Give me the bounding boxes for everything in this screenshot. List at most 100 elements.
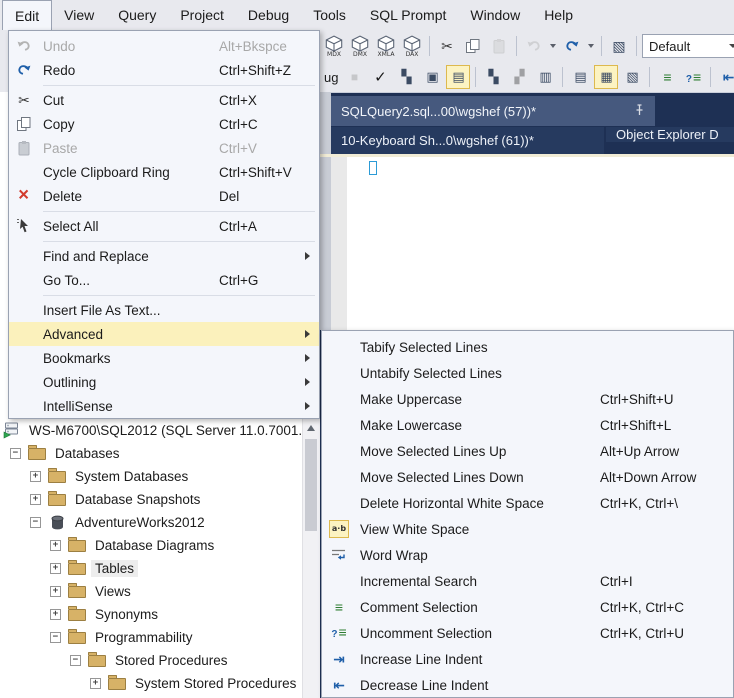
edit-menu-item-intellisense[interactable]: IntelliSense	[9, 394, 319, 418]
expand-icon[interactable]: +	[90, 678, 101, 689]
menu-window[interactable]: Window	[458, 0, 532, 30]
advanced-menu-item-comment-selection[interactable]: ≡ Comment Selection Ctrl+K, Ctrl+C	[322, 594, 733, 620]
toolbar-combo-1[interactable]: Default	[642, 34, 734, 58]
advanced-menu-item-increase-line-indent[interactable]: ⇥ Increase Line Indent	[322, 646, 733, 672]
stop-debug-icon[interactable]: ■	[342, 65, 366, 89]
execution-plan-icon[interactable]: ▚	[481, 65, 505, 89]
tab-10-keyboard[interactable]: 10-Keyboard Sh...0\wgshef (61))*	[331, 127, 604, 154]
advanced-menu-item-incremental-search[interactable]: Incremental Search Ctrl+I	[322, 568, 733, 594]
menu-tools[interactable]: Tools	[301, 0, 358, 30]
menu-project[interactable]: Project	[168, 0, 236, 30]
advanced-menu-item-make-lowercase[interactable]: Make Lowercase Ctrl+Shift+L	[322, 412, 733, 438]
tree-node-tables[interactable]: + Tables	[0, 557, 302, 580]
comment-selection-icon[interactable]: ≡	[655, 65, 679, 89]
edit-menu-item-select-all[interactable]: Select All Ctrl+A	[9, 214, 319, 238]
advanced-menu-item-word-wrap[interactable]: Word Wrap	[322, 542, 733, 568]
scroll-up-arrow-icon[interactable]	[307, 425, 315, 431]
undo-icon[interactable]	[522, 34, 546, 58]
tree-node-database-snapshots[interactable]: + Database Snapshots	[0, 488, 302, 511]
decrease-indent-icon[interactable]: ⇤	[716, 65, 734, 89]
edit-menu-item-advanced[interactable]: Advanced	[9, 322, 319, 346]
tree-node-synonyms[interactable]: + Synonyms	[0, 603, 302, 626]
intellisense-enabled-icon[interactable]: ▤	[446, 65, 471, 89]
debug-button-label[interactable]: ug	[322, 70, 340, 85]
results-to-text-icon[interactable]: ▤	[568, 65, 592, 89]
collapse-icon[interactable]: −	[70, 655, 81, 666]
edit-menu-item-insert-file-as-text[interactable]: Insert File As Text...	[9, 298, 319, 322]
query-editor[interactable]	[331, 157, 734, 330]
client-statistics-icon[interactable]: ▥	[533, 65, 557, 89]
advanced-menu-item-tabify-selected-lines[interactable]: Tabify Selected Lines	[322, 334, 733, 360]
edit-menu-item-go-to[interactable]: Go To... Ctrl+G	[9, 268, 319, 292]
tab-sqlquery2-pinned[interactable]: SQLQuery2.sql...00\wgshef (57))*	[331, 96, 655, 126]
edit-menu-item-cycle-clipboard-ring[interactable]: Cycle Clipboard Ring Ctrl+Shift+V	[9, 160, 319, 184]
menu-edit[interactable]: Edit	[2, 0, 53, 30]
edit-menu-item-outlining[interactable]: Outlining	[9, 370, 319, 394]
advanced-menu-item-move-selected-lines-down[interactable]: Move Selected Lines Down Alt+Down Arrow	[322, 464, 733, 490]
tree-node-system-stored-procedures[interactable]: + System Stored Procedures	[0, 672, 302, 695]
query-options-icon[interactable]: ▣	[420, 65, 444, 89]
advanced-menu-item-untabify-selected-lines[interactable]: Untabify Selected Lines	[322, 360, 733, 386]
menu-view[interactable]: View	[52, 0, 106, 30]
tree-node-programmability[interactable]: − Programmability	[0, 626, 302, 649]
expand-icon[interactable]: +	[30, 494, 41, 505]
advanced-menu-item-move-selected-lines-up[interactable]: Move Selected Lines Up Alt+Up Arrow	[322, 438, 733, 464]
advanced-menu-item-make-uppercase[interactable]: Make Uppercase Ctrl+Shift+U	[322, 386, 733, 412]
edit-menu-item-bookmarks[interactable]: Bookmarks	[9, 346, 319, 370]
scrollbar-thumb[interactable]	[305, 439, 317, 531]
expand-icon[interactable]: +	[50, 586, 61, 597]
analysis-icon[interactable]: ▧	[607, 34, 631, 58]
edit-menu-item-redo[interactable]: Redo Ctrl+Shift+Z	[9, 58, 319, 82]
edit-menu-item-paste[interactable]: Paste Ctrl+V	[9, 136, 319, 160]
edit-menu-item-undo[interactable]: Undo Alt+Bkspce	[9, 34, 319, 58]
tree-node-stored-procedures[interactable]: − Stored Procedures	[0, 649, 302, 672]
tree-node-system-databases[interactable]: + System Databases	[0, 465, 302, 488]
edit-menu-item-find-and-replace[interactable]: Find and Replace	[9, 244, 319, 268]
edit-menu-item-delete[interactable]: × Delete Del	[9, 184, 319, 208]
expand-icon[interactable]: +	[30, 471, 41, 482]
expand-icon[interactable]: +	[50, 563, 61, 574]
expand-icon[interactable]: +	[50, 609, 61, 620]
xmla-query-icon[interactable]: XMLA	[374, 34, 398, 58]
advanced-menu-item-delete-horizontal-white-space[interactable]: Delete Horizontal White Space Ctrl+K, Ctr…	[322, 490, 733, 516]
combo-caret-icon[interactable]	[729, 44, 734, 48]
tree-node-ws-m6700-sql2012-sql-server-11-0-7001-0[interactable]: +WS-M6700\SQL2012 (SQL Server 11.0.7001.…	[0, 419, 302, 442]
menu-query[interactable]: Query	[106, 0, 168, 30]
estimated-plan-icon[interactable]: ▚	[394, 65, 418, 89]
cut-icon[interactable]: ✂	[435, 34, 459, 58]
paste-icon[interactable]	[487, 34, 511, 58]
collapse-icon[interactable]: −	[30, 517, 41, 528]
advanced-menu-item-decrease-line-indent[interactable]: ⇤ Decrease Line Indent	[322, 672, 733, 698]
edit-menu-item-copy[interactable]: Copy Ctrl+C	[9, 112, 319, 136]
collapse-icon[interactable]: −	[50, 632, 61, 643]
advanced-menu-item-uncomment-selection[interactable]: ?≡ Uncomment Selection Ctrl+K, Ctrl+U	[322, 620, 733, 646]
edit-menu-item-cut[interactable]: ✂ Cut Ctrl+X	[9, 88, 319, 112]
panel-splitter[interactable]	[320, 92, 331, 330]
folder-icon	[27, 444, 47, 460]
menu-help[interactable]: Help	[532, 0, 585, 30]
uncomment-selection-icon[interactable]: ?≡	[681, 65, 705, 89]
parse-query-icon[interactable]: ✓	[368, 65, 392, 89]
dmx-query-icon[interactable]: DMX	[348, 34, 372, 58]
expand-icon[interactable]: +	[50, 540, 61, 551]
menu-debug[interactable]: Debug	[236, 0, 301, 30]
dax-query-icon[interactable]: DAX	[400, 34, 424, 58]
results-to-file-icon[interactable]: ▧	[620, 65, 644, 89]
tree-node-views[interactable]: + Views	[0, 580, 302, 603]
dropdown-caret-icon[interactable]	[588, 44, 594, 48]
mdx-query-icon[interactable]: MDX	[322, 34, 346, 58]
redo-icon[interactable]	[560, 34, 584, 58]
dropdown-caret-icon[interactable]	[550, 44, 556, 48]
advanced-menu-item-view-white-space[interactable]: a·b View White Space	[322, 516, 733, 542]
tree-node-adventureworks2012[interactable]: − AdventureWorks2012	[0, 511, 302, 534]
pin-icon[interactable]	[634, 103, 645, 119]
copy-icon[interactable]	[461, 34, 485, 58]
tree-node-databases[interactable]: − Databases	[0, 442, 302, 465]
live-statistics-icon[interactable]: ▞	[507, 65, 531, 89]
collapse-icon[interactable]: −	[10, 448, 21, 459]
menu-sql-prompt[interactable]: SQL Prompt	[358, 0, 459, 30]
tab-object-explorer-details[interactable]: Object Explorer D	[606, 127, 734, 142]
tree-node-database-diagrams[interactable]: + Database Diagrams	[0, 534, 302, 557]
results-to-grid-icon[interactable]: ▦	[594, 65, 619, 89]
object-explorer-scrollbar[interactable]	[302, 419, 320, 698]
